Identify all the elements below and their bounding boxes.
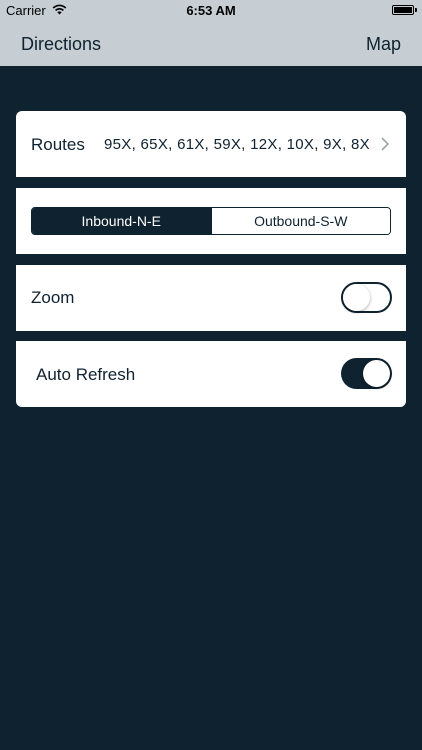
segment-inbound[interactable]: Inbound-N-E (32, 208, 211, 234)
status-bar: Carrier 6:53 AM (0, 0, 422, 22)
chevron-right-icon (378, 137, 392, 151)
auto-refresh-toggle-knob (363, 360, 390, 387)
map-button[interactable]: Map (366, 34, 401, 55)
auto-refresh-row: Auto Refresh (16, 341, 406, 407)
routes-row[interactable]: Routes 95X, 65X, 61X, 59X, 12X, 10X, 9X,… (16, 111, 406, 177)
zoom-toggle[interactable] (341, 282, 392, 313)
zoom-toggle-knob (343, 284, 370, 311)
battery-fill (394, 7, 412, 13)
direction-segmented-control: Inbound-N-E Outbound-S-W (31, 207, 391, 235)
nav-bar: Directions Map (0, 22, 422, 66)
routes-label: Routes (31, 135, 85, 154)
directions-button[interactable]: Directions (21, 34, 101, 55)
battery-tip (415, 8, 417, 12)
zoom-row: Zoom (16, 265, 406, 331)
direction-row: Inbound-N-E Outbound-S-W (16, 188, 406, 254)
segment-outbound[interactable]: Outbound-S-W (210, 208, 390, 234)
auto-refresh-label: Auto Refresh (36, 365, 136, 384)
battery-icon (392, 5, 417, 15)
zoom-label: Zoom (31, 288, 75, 307)
auto-refresh-toggle[interactable] (341, 358, 392, 389)
status-time: 6:53 AM (186, 3, 236, 18)
routes-value: 95X, 65X, 61X, 59X, 12X, 10X, 9X, 8X (104, 136, 370, 153)
